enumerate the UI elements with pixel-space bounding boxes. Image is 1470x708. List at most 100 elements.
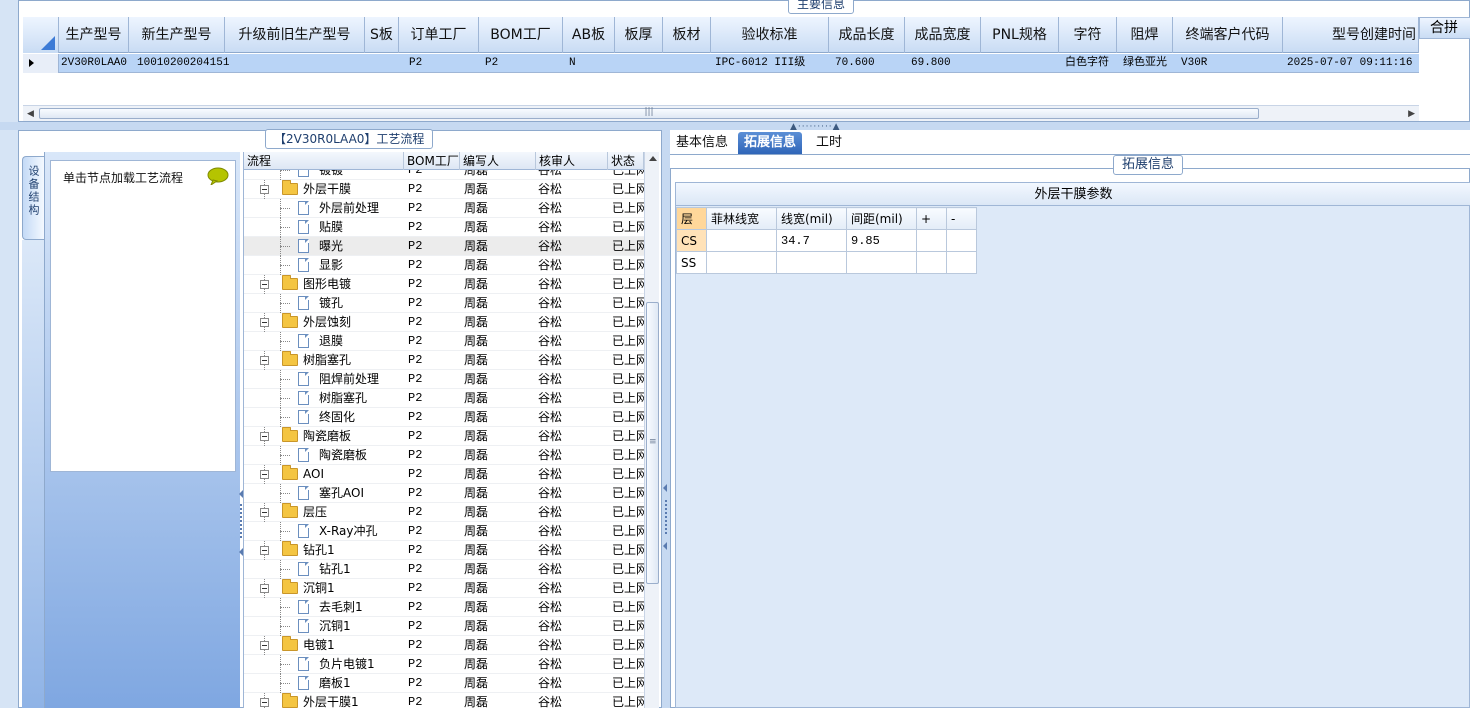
cell-status[interactable]: 已上网 (612, 465, 644, 484)
cell-status[interactable]: 已上网 (612, 199, 644, 218)
collapse-node-icon[interactable] (260, 584, 269, 593)
col-header-thickness[interactable]: 板厚 (615, 17, 663, 53)
collapse-left-icon[interactable] (663, 542, 667, 550)
tree-col-writer[interactable]: 编写人 (460, 152, 536, 170)
horizontal-scrollbar[interactable]: ◀ ||| ▶ (23, 105, 1419, 121)
cell-reviewer[interactable]: 谷松 (538, 351, 608, 370)
col-header-width[interactable]: 成品宽度 (905, 17, 981, 53)
col-header-bom-factory[interactable]: BOM工厂 (479, 17, 563, 53)
cell-writer[interactable]: 周磊 (462, 484, 530, 503)
cell-status[interactable]: 已上网 (612, 674, 644, 693)
tree-node-label[interactable]: AOI (303, 465, 324, 484)
tree-node-label[interactable]: 外层干膜1 (303, 693, 359, 708)
cell-reviewer[interactable]: 谷松 (538, 237, 608, 256)
cell-reviewer[interactable]: 谷松 (538, 313, 608, 332)
vertical-splitter[interactable] (662, 130, 670, 708)
cell-writer[interactable]: 周磊 (462, 199, 530, 218)
cell-old-model[interactable] (225, 54, 365, 73)
param-line-width[interactable] (776, 251, 847, 274)
tree-node-label[interactable]: 退膜 (319, 332, 343, 351)
tree-row[interactable]: 曝光 P2周磊谷松已上网 (244, 237, 644, 256)
tree-node-label[interactable]: 曝光 (319, 237, 343, 256)
collapse-node-icon[interactable] (260, 698, 269, 707)
cell-status[interactable]: 已上网 (612, 541, 644, 560)
cell-bom-factory[interactable]: P2 (406, 427, 460, 446)
table-row[interactable]: SS (676, 251, 977, 274)
cell-silkscreen[interactable]: 白色字符 (1063, 54, 1119, 73)
col-header-acceptance[interactable]: 验收标准 (711, 17, 829, 53)
param-add[interactable] (916, 229, 947, 252)
cell-writer[interactable]: 周磊 (462, 541, 530, 560)
tree-node-label[interactable]: 塞孔AOI (319, 484, 364, 503)
col-header-new-model[interactable]: 新生产型号 (129, 17, 225, 53)
cell-material[interactable] (663, 54, 711, 73)
cell-bom-factory[interactable]: P2 (406, 446, 460, 465)
cell-reviewer[interactable]: 谷松 (538, 693, 608, 708)
cell-reviewer[interactable]: 谷松 (538, 446, 608, 465)
cell-bom-factory[interactable]: P2 (406, 693, 460, 708)
cell-bom-factory[interactable]: P2 (406, 617, 460, 636)
cell-bom-factory[interactable]: P2 (406, 180, 460, 199)
cell-bom-factory[interactable]: P2 (406, 655, 460, 674)
cell-status[interactable]: 已上网 (612, 408, 644, 427)
tree-node-label[interactable]: 外层前处理 (319, 199, 379, 218)
tree-row[interactable]: 阻焊前处理 P2周磊谷松已上网 (244, 370, 644, 389)
tab-work-hours[interactable]: 工时 (810, 132, 848, 154)
tree-node-label[interactable]: 显影 (319, 256, 343, 275)
horizontal-splitter[interactable] (0, 122, 1470, 130)
merge-panel-header[interactable]: 合拼 (1419, 17, 1470, 39)
col-header-order-factory[interactable]: 订单工厂 (399, 17, 479, 53)
cell-status[interactable]: 已上网 (612, 655, 644, 674)
cell-thickness[interactable] (615, 54, 663, 73)
param-col-line-width[interactable]: 线宽(mil) (776, 207, 847, 230)
collapse-node-icon[interactable] (260, 185, 269, 194)
tree-row[interactable]: 显影 P2周磊谷松已上网 (244, 256, 644, 275)
cell-length[interactable]: 70.600 (833, 54, 905, 73)
param-col-layer[interactable]: 层 (676, 207, 707, 230)
cell-bom-factory[interactable]: P2 (406, 408, 460, 427)
cell-bom-factory[interactable]: P2 (406, 503, 460, 522)
cell-status[interactable]: 已上网 (612, 256, 644, 275)
cell-writer[interactable]: 周磊 (462, 351, 530, 370)
param-spacing[interactable]: 9.85 (846, 229, 917, 252)
tree-row[interactable]: AOI P2周磊谷松已上网 (244, 465, 644, 484)
cell-status[interactable]: 已上网 (612, 579, 644, 598)
cell-bom-factory[interactable]: P2 (406, 218, 460, 237)
cell-writer[interactable]: 周磊 (462, 522, 530, 541)
scroll-thumb[interactable]: ≡ (646, 302, 659, 584)
cell-bom-factory[interactable]: P2 (406, 351, 460, 370)
tree-row[interactable]: 终固化 P2周磊谷松已上网 (244, 408, 644, 427)
param-col-remove[interactable]: - (946, 207, 977, 230)
tree-node-label[interactable]: 沉铜1 (303, 579, 335, 598)
scroll-right-icon[interactable]: ▶ (1408, 109, 1415, 119)
cell-writer[interactable]: 周磊 (462, 170, 530, 180)
grid-select-all[interactable] (23, 17, 59, 53)
tree-row[interactable]: 负片电镀1 P2周磊谷松已上网 (244, 655, 644, 674)
collapse-node-icon[interactable] (260, 280, 269, 289)
cell-status[interactable]: 已上网 (612, 218, 644, 237)
scroll-thumb[interactable]: ||| (39, 107, 1259, 119)
cell-model[interactable]: 2V30R0LAA0 (59, 54, 129, 73)
cell-pnl[interactable] (981, 54, 1059, 73)
tree-node-label[interactable]: 终固化 (319, 408, 355, 427)
col-header-soldermask[interactable]: 阻焊 (1117, 17, 1173, 53)
scroll-up-icon[interactable] (649, 156, 657, 161)
tree-node-label[interactable]: 磨板1 (319, 674, 351, 693)
tree-row[interactable]: 沉铜1 P2周磊谷松已上网 (244, 617, 644, 636)
cell-reviewer[interactable]: 谷松 (538, 560, 608, 579)
collapse-node-icon[interactable] (260, 356, 269, 365)
cell-writer[interactable]: 周磊 (462, 617, 530, 636)
tree-node-label[interactable]: X-Ray冲孔 (319, 522, 377, 541)
collapse-node-icon[interactable] (260, 432, 269, 441)
col-header-silkscreen[interactable]: 字符 (1059, 17, 1117, 53)
tree-row[interactable]: 图形电镀 P2周磊谷松已上网 (244, 275, 644, 294)
cell-reviewer[interactable]: 谷松 (538, 579, 608, 598)
tree-row[interactable]: 磨板1 P2周磊谷松已上网 (244, 674, 644, 693)
cell-bom-factory[interactable]: P2 (406, 332, 460, 351)
cell-status[interactable]: 已上网 (612, 617, 644, 636)
cell-status[interactable]: 已上网 (612, 370, 644, 389)
tree-node-label[interactable]: 外层干膜 (303, 180, 351, 199)
process-tree-grid[interactable]: 流程 BOM工厂 编写人 核审人 状态 镀镀P2周磊谷松已上网外层干膜P2周磊谷… (243, 152, 659, 708)
cell-reviewer[interactable]: 谷松 (538, 598, 608, 617)
structure-tree-box[interactable]: 单击节点加载工艺流程 (50, 160, 236, 472)
